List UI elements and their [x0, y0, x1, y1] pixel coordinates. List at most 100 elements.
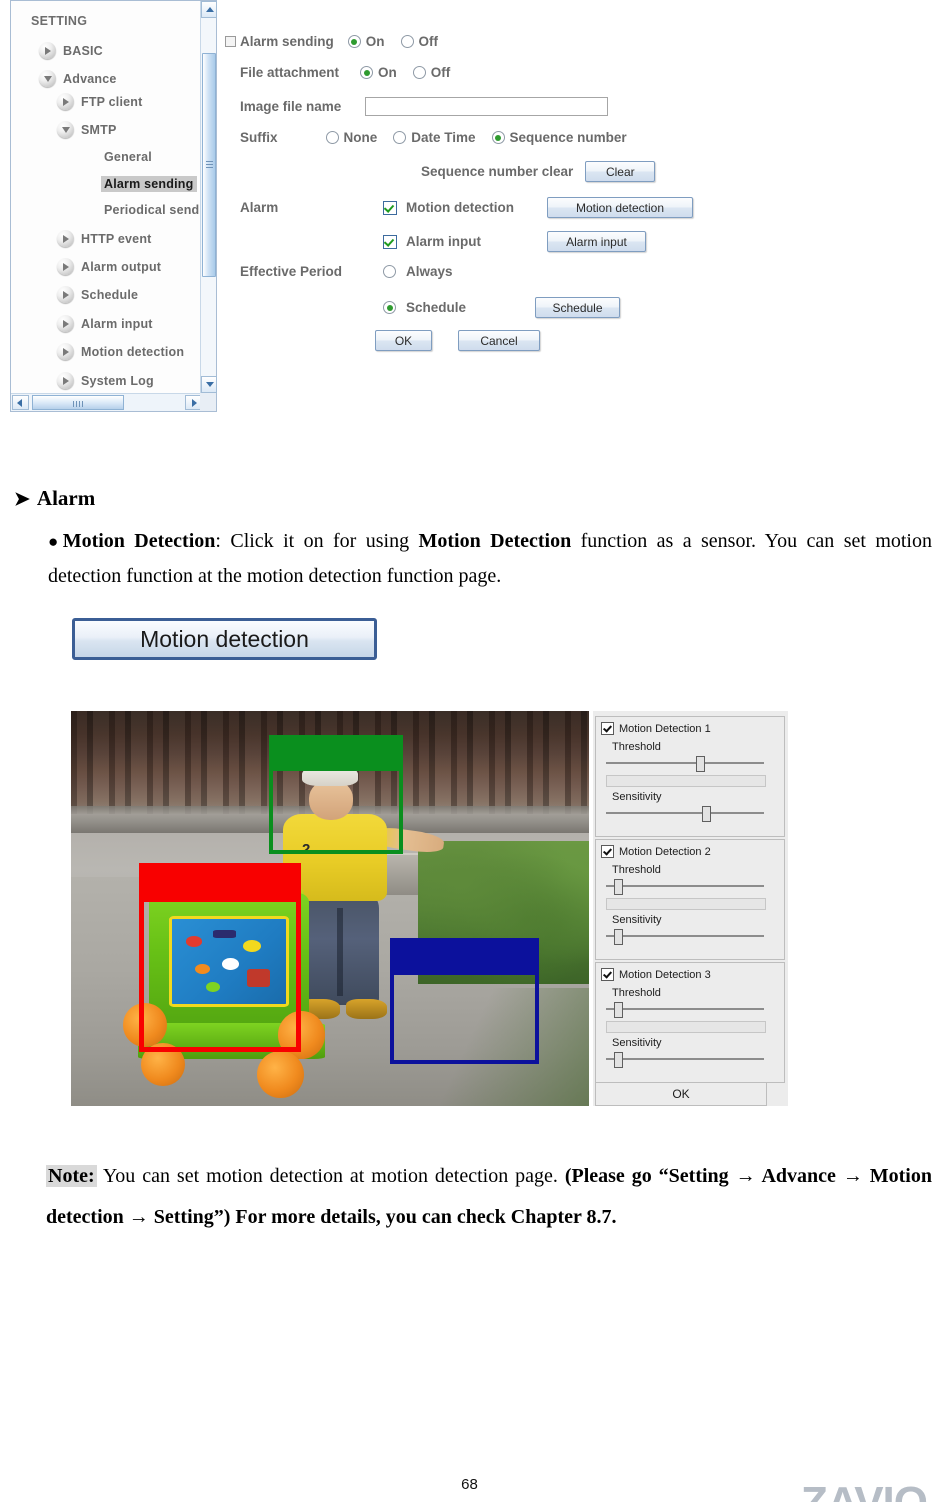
slider-thumb[interactable]: [613, 929, 623, 945]
tree-item-alarm-input[interactable]: Alarm input: [57, 315, 153, 332]
walker-wheel: [257, 1050, 305, 1099]
file-attachment-off-option[interactable]: Off: [412, 65, 450, 80]
sensitivity-slider-1[interactable]: [606, 806, 764, 822]
group-title: Motion Detection 3: [619, 968, 711, 981]
alarm-motion-detection-row: Alarm Motion detection Motion detection: [240, 197, 693, 218]
collapsed-triangle-icon[interactable]: [57, 286, 74, 303]
option-label: Sequence number: [509, 130, 627, 145]
alarm-sending-off-option[interactable]: Off: [400, 34, 438, 49]
collapsed-triangle-icon[interactable]: [57, 93, 74, 110]
tree-item-label: General: [104, 150, 152, 164]
radio-on-icon[interactable]: [383, 301, 396, 314]
motion-detection-ok-button[interactable]: OK: [595, 1082, 767, 1106]
schedule-label: Schedule: [406, 300, 467, 315]
motion-detection-paragraph: ●Motion Detection: Click it on for using…: [48, 524, 932, 593]
vertical-scroll-thumb[interactable]: [202, 53, 216, 277]
tree-item-advance[interactable]: Advance: [39, 70, 117, 87]
motion-detection-1-header[interactable]: Motion Detection 1: [596, 717, 784, 737]
checkbox-checked-icon[interactable]: [601, 968, 614, 981]
scroll-up-icon[interactable]: [201, 1, 217, 18]
motion-zone-1-rectangle[interactable]: [269, 735, 404, 854]
tree-item-schedule[interactable]: Schedule: [57, 286, 138, 303]
tree-item-smtp[interactable]: SMTP: [57, 121, 117, 138]
tree-item-label: System Log: [81, 373, 154, 388]
tree-item-ftp-client[interactable]: FTP client: [57, 93, 143, 110]
tree-item-system-log[interactable]: System Log: [57, 372, 154, 389]
motion-detection-button[interactable]: Motion detection: [547, 197, 693, 218]
threshold-slider-3[interactable]: [606, 1002, 764, 1018]
slider-thumb[interactable]: [696, 756, 706, 772]
motion-zone-2-rectangle[interactable]: [138, 862, 301, 1053]
tree-item-motion-detection[interactable]: Motion detection: [57, 343, 184, 360]
tree-item-http-event[interactable]: HTTP event: [57, 230, 152, 247]
sensitivity-label: Sensitivity: [612, 791, 662, 803]
radio-off-icon[interactable]: [325, 131, 339, 144]
slider-thumb[interactable]: [702, 806, 712, 822]
tree-vertical-scrollbar[interactable]: [200, 1, 217, 393]
tree-horizontal-scrollbar[interactable]: [11, 393, 216, 411]
checkbox-checked-icon[interactable]: [601, 845, 614, 858]
scroll-left-icon[interactable]: [12, 395, 29, 410]
effective-period-schedule-row: Schedule Schedule: [383, 297, 620, 318]
slider-thumb[interactable]: [613, 1002, 623, 1018]
expanded-triangle-icon[interactable]: [57, 121, 74, 138]
expanded-triangle-icon[interactable]: [39, 70, 56, 87]
motion-detection-illustration-button[interactable]: Motion detection: [72, 618, 377, 660]
tree-item-alarm-sending[interactable]: Alarm sending: [101, 176, 198, 192]
clear-button[interactable]: Clear: [585, 161, 656, 182]
collapsed-triangle-icon[interactable]: [39, 42, 56, 59]
suffix-none-option[interactable]: None: [325, 130, 377, 145]
motion-zone-3-rectangle[interactable]: [389, 938, 539, 1064]
image-file-name-input[interactable]: [365, 97, 609, 116]
threshold-slider-2[interactable]: [606, 879, 764, 895]
tree-item-periodical-sending[interactable]: Periodical send: [104, 203, 199, 217]
radio-off-icon[interactable]: [400, 35, 414, 48]
slider-thumb[interactable]: [613, 1052, 623, 1068]
sensitivity-slider-3[interactable]: [606, 1052, 764, 1068]
tree-item-label: Alarm output: [81, 259, 162, 274]
radio-on-icon[interactable]: [491, 131, 505, 144]
tree-item-general[interactable]: General: [104, 150, 152, 164]
alarm-input-checkbox[interactable]: [383, 234, 397, 249]
suffix-sequence-option[interactable]: Sequence number: [491, 130, 627, 145]
radio-off-icon[interactable]: [383, 265, 396, 278]
collapsed-triangle-icon[interactable]: [57, 230, 74, 247]
schedule-button[interactable]: Schedule: [535, 297, 620, 318]
group-title: Motion Detection 1: [619, 722, 711, 735]
slider-track: [606, 1058, 764, 1060]
slider-track: [606, 935, 764, 937]
tree-item-basic[interactable]: BASIC: [39, 42, 103, 59]
always-label: Always: [406, 264, 453, 279]
radio-on-icon[interactable]: [347, 35, 361, 48]
sensitivity-slider-2[interactable]: [606, 929, 764, 945]
alarm-sending-on-option[interactable]: On: [347, 34, 385, 49]
camera-preview-image: [71, 711, 589, 1106]
alarm-label: Alarm: [240, 200, 279, 215]
motion-detection-group-2: Motion Detection 2 Threshold Sensitivity: [595, 839, 785, 960]
radio-off-icon[interactable]: [393, 131, 407, 144]
threshold-slider-1[interactable]: [606, 756, 764, 772]
file-attachment-on-option[interactable]: On: [360, 65, 397, 80]
collapsed-triangle-icon[interactable]: [57, 258, 74, 275]
motion-detection-checkbox[interactable]: [383, 200, 397, 215]
tree-item-alarm-output[interactable]: Alarm output: [57, 258, 161, 275]
collapsed-triangle-icon[interactable]: [57, 343, 74, 360]
slider-thumb[interactable]: [613, 879, 623, 895]
motion-detection-3-header[interactable]: Motion Detection 3: [596, 963, 784, 983]
ok-button[interactable]: OK: [375, 330, 432, 351]
alarm-sending-label: Alarm sending: [240, 34, 334, 49]
collapsed-triangle-icon[interactable]: [57, 315, 74, 332]
scroll-down-icon[interactable]: [201, 376, 217, 393]
horizontal-scroll-thumb[interactable]: [32, 395, 124, 410]
effective-period-label: Effective Period: [240, 264, 343, 279]
motion-detection-2-header[interactable]: Motion Detection 2: [596, 840, 784, 860]
radio-off-icon[interactable]: [412, 66, 426, 79]
radio-on-icon[interactable]: [360, 66, 374, 79]
alarm-input-button[interactable]: Alarm input: [547, 231, 646, 252]
slider-track: [606, 885, 764, 887]
tree-item-label: BASIC: [63, 43, 103, 58]
cancel-button[interactable]: Cancel: [458, 330, 540, 351]
collapsed-triangle-icon[interactable]: [57, 372, 74, 389]
checkbox-checked-icon[interactable]: [601, 722, 614, 735]
suffix-datetime-option[interactable]: Date Time: [393, 130, 476, 145]
